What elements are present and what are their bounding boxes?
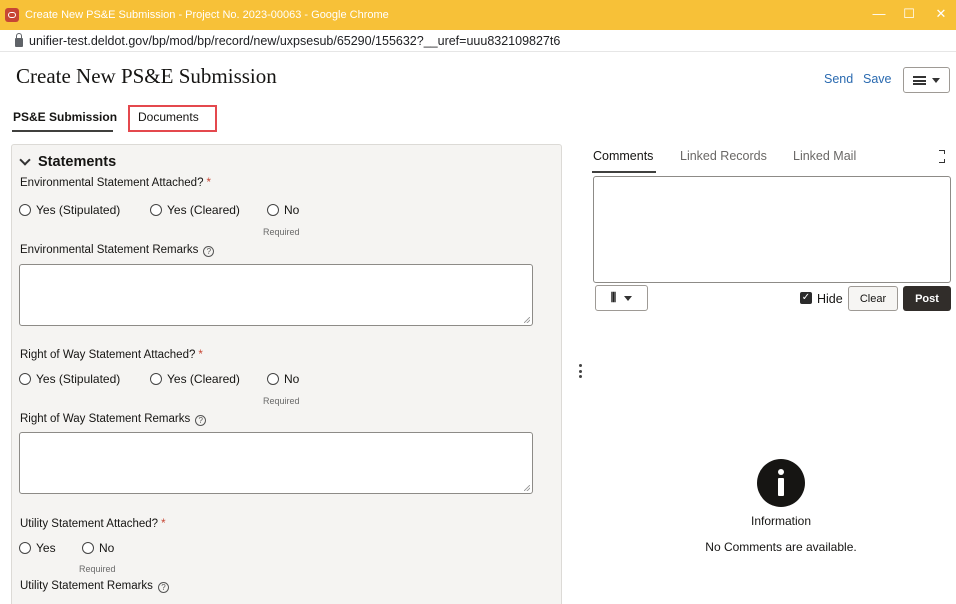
env-radio-yes-cleared[interactable]: Yes (Cleared) xyxy=(150,203,240,217)
url-text[interactable]: unifier-test.deldot.gov/bp/mod/bp/record… xyxy=(29,34,560,48)
required-star: * xyxy=(198,349,203,361)
tab-ps-submission[interactable]: PS&E Submission xyxy=(13,110,117,124)
comment-input[interactable] xyxy=(593,176,951,283)
hamburger-icon xyxy=(913,75,926,85)
required-hint: Required xyxy=(263,396,300,406)
row-radio-yes-stipulated[interactable]: Yes (Stipulated) xyxy=(19,372,120,386)
lock-icon xyxy=(15,32,23,47)
required-hint: Required xyxy=(79,564,116,574)
clear-button[interactable]: Clear xyxy=(848,286,898,311)
active-tab-indicator xyxy=(12,130,113,132)
help-icon[interactable]: ? xyxy=(195,415,207,426)
save-button[interactable]: Save xyxy=(863,72,892,86)
info-title: Information xyxy=(750,514,812,528)
radio-icon[interactable] xyxy=(150,373,162,385)
no-comments-message: No Comments are available. xyxy=(705,540,857,554)
tab-linked-records[interactable]: Linked Records xyxy=(680,149,767,163)
utility-statement-label: Utility Statement Attached? * xyxy=(20,518,166,530)
info-icon xyxy=(757,459,805,507)
radio-icon[interactable] xyxy=(19,373,31,385)
oracle-logo-icon xyxy=(5,8,19,22)
environmental-remarks-label: Environmental Statement Remarks? xyxy=(20,244,215,257)
browser-titlebar: Create New PS&E Submission - Project No.… xyxy=(0,0,956,30)
close-icon[interactable]: ✕ xyxy=(934,7,948,21)
hide-label: Hide xyxy=(817,292,843,306)
env-radio-no[interactable]: No xyxy=(267,203,299,217)
chevron-down-icon xyxy=(624,295,633,301)
post-button[interactable]: Post xyxy=(903,286,951,311)
window-title: Create New PS&E Submission - Project No.… xyxy=(25,9,389,21)
radio-icon[interactable] xyxy=(82,542,94,554)
help-icon[interactable]: ? xyxy=(203,246,215,257)
attach-button[interactable]: ⦀ xyxy=(595,285,648,311)
environmental-statement-label: Environmental Statement Attached? * xyxy=(20,177,211,189)
help-icon[interactable]: ? xyxy=(157,582,169,593)
required-star: * xyxy=(161,518,166,530)
chevron-down-icon xyxy=(932,77,940,83)
active-tab-indicator xyxy=(592,171,656,173)
page-title: Create New PS&E Submission xyxy=(16,64,277,88)
env-radio-yes-stipulated[interactable]: Yes (Stipulated) xyxy=(19,203,120,217)
maximize-icon[interactable]: ☐ xyxy=(902,7,916,21)
right-of-way-remarks-label: Right of Way Statement Remarks? xyxy=(20,413,207,426)
paperclip-icon: ⦀ xyxy=(610,290,617,305)
radio-icon[interactable] xyxy=(150,204,162,216)
row-radio-no[interactable]: No xyxy=(267,372,299,386)
hide-checkbox[interactable]: ✓ xyxy=(800,292,812,304)
environmental-remarks-input[interactable] xyxy=(19,264,533,326)
required-star: * xyxy=(206,177,211,189)
panel-splitter-handle[interactable] xyxy=(577,364,583,378)
row-radio-yes-cleared[interactable]: Yes (Cleared) xyxy=(150,372,240,386)
actions-menu-button[interactable] xyxy=(903,67,950,93)
tab-comments[interactable]: Comments xyxy=(593,149,653,163)
utility-radio-yes[interactable]: Yes xyxy=(19,541,56,555)
utility-radio-no[interactable]: No xyxy=(82,541,114,555)
radio-icon[interactable] xyxy=(19,204,31,216)
utility-remarks-label: Utility Statement Remarks? xyxy=(20,580,169,593)
radio-icon[interactable] xyxy=(267,373,279,385)
radio-icon[interactable] xyxy=(19,542,31,554)
address-bar[interactable]: unifier-test.deldot.gov/bp/mod/bp/record… xyxy=(0,30,956,52)
expand-icon[interactable] xyxy=(939,150,946,163)
send-button[interactable]: Send xyxy=(824,72,853,86)
required-hint: Required xyxy=(263,227,300,237)
right-of-way-remarks-input[interactable] xyxy=(19,432,533,494)
right-of-way-statement-label: Right of Way Statement Attached? * xyxy=(20,349,203,361)
radio-icon[interactable] xyxy=(267,204,279,216)
section-title-statements[interactable]: Statements xyxy=(38,154,116,170)
minimize-icon[interactable]: — xyxy=(872,7,886,21)
tab-linked-mail[interactable]: Linked Mail xyxy=(793,149,856,163)
tab-documents[interactable]: Documents xyxy=(138,110,199,124)
